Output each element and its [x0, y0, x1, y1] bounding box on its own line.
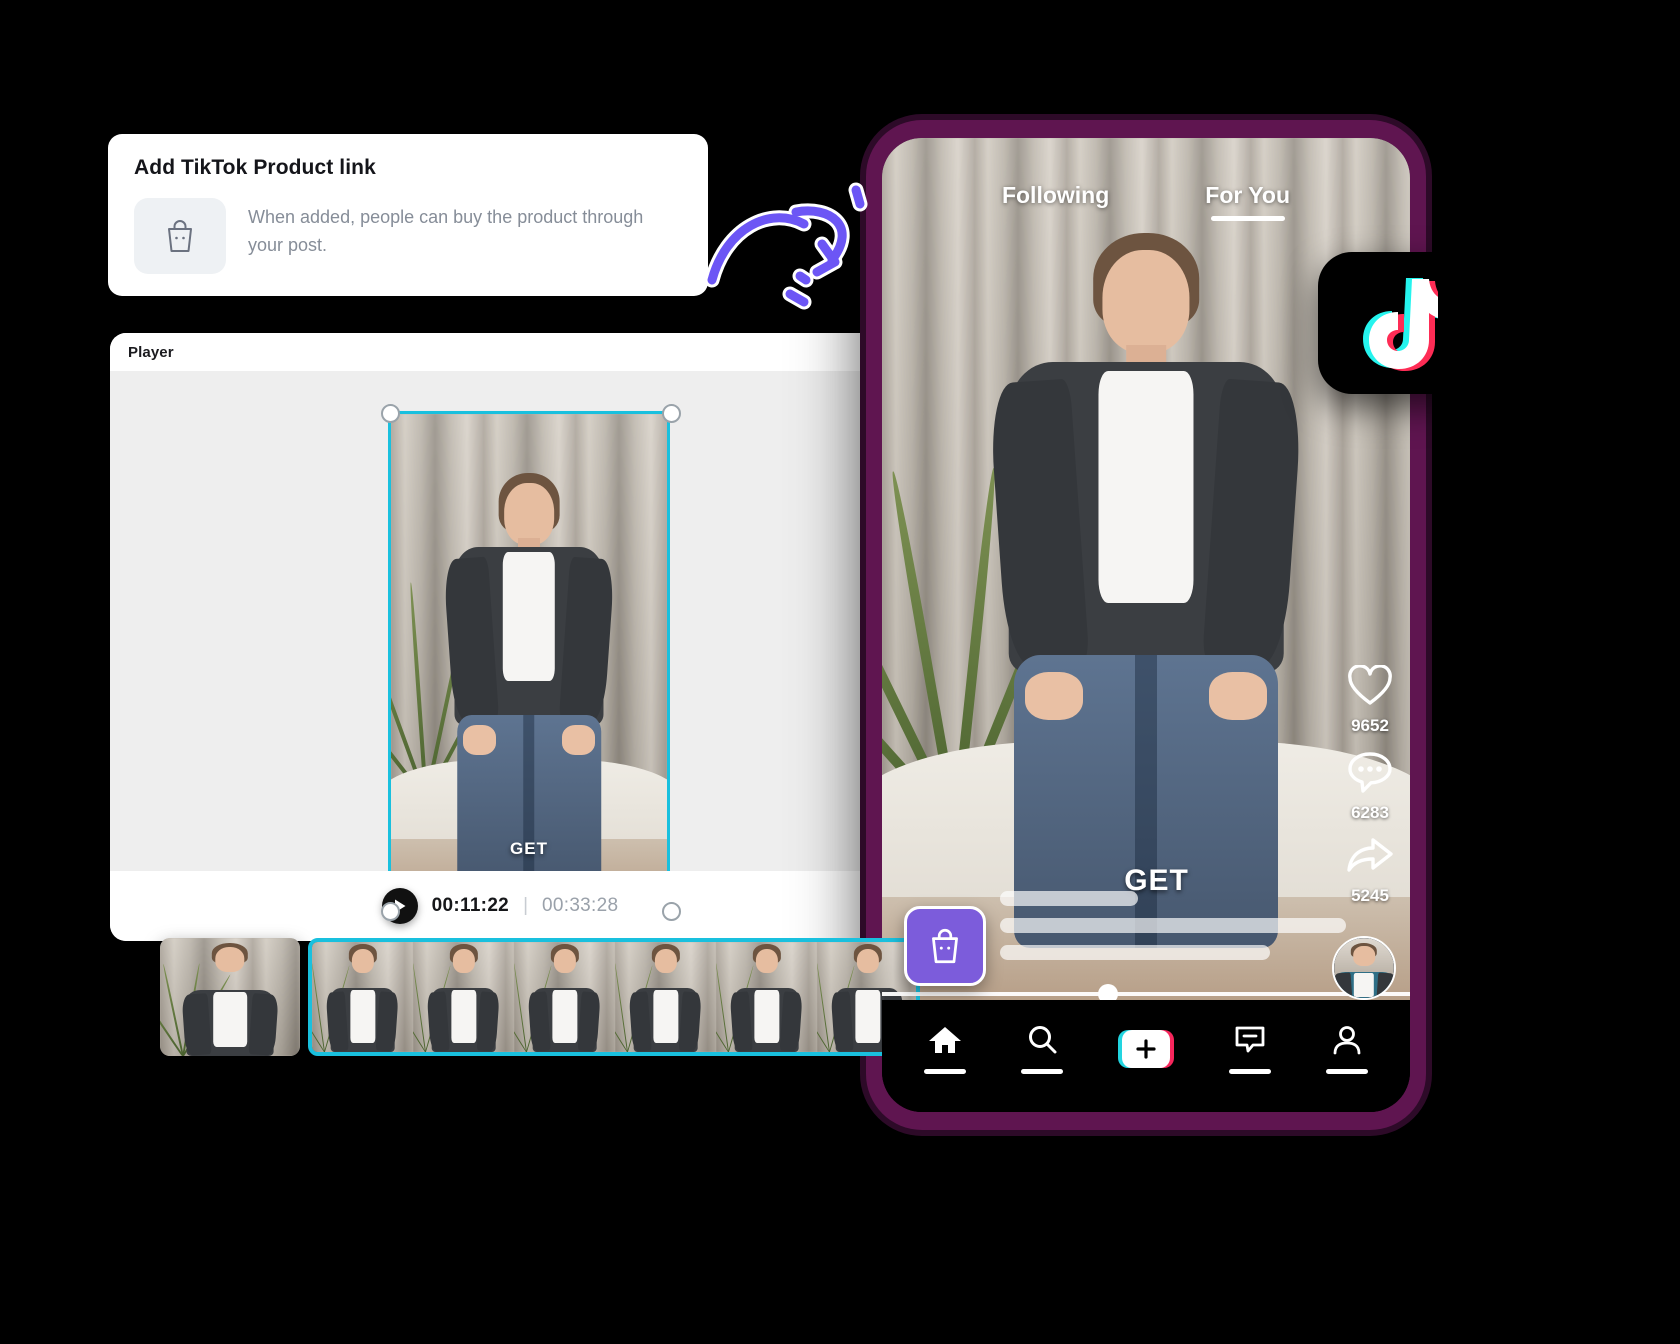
caption-line [1000, 918, 1346, 933]
nav-item-profile[interactable] [1326, 1025, 1369, 1074]
resize-handle-top-right[interactable] [662, 404, 681, 423]
tab-for-you[interactable]: For You [1205, 182, 1290, 221]
video-preview [391, 414, 667, 908]
editor-titlebar: Player [110, 333, 890, 371]
like-action[interactable]: 9652 [1347, 664, 1393, 736]
resize-handle-top-left[interactable] [381, 404, 400, 423]
nav-item-inbox[interactable] [1229, 1025, 1272, 1074]
search-icon[interactable] [1026, 1025, 1058, 1060]
caption-line [1000, 891, 1139, 906]
comment-action[interactable]: 6283 [1347, 750, 1393, 823]
share-count: 5245 [1351, 886, 1389, 905]
share-action[interactable]: 5245 [1346, 837, 1394, 906]
current-time: 00:11:22 [431, 895, 510, 916]
video-progress-bar[interactable] [882, 984, 1410, 1004]
caption-line [1000, 945, 1270, 960]
card-title: Add TikTok Product link [134, 156, 376, 179]
caption-placeholder [1000, 891, 1346, 960]
resize-handle-bottom-right[interactable] [662, 902, 681, 921]
nav-underline [1229, 1068, 1272, 1074]
inbox-icon[interactable] [1234, 1025, 1266, 1060]
plus-icon[interactable] [1117, 1030, 1174, 1068]
avatar[interactable] [1332, 936, 1396, 1000]
share-icon[interactable] [1346, 837, 1394, 882]
home-icon[interactable] [928, 1025, 962, 1060]
timeline-clip-unselected[interactable] [160, 938, 300, 1056]
nav-underline [1326, 1068, 1369, 1074]
heart-icon[interactable] [1347, 664, 1393, 712]
nav-item-search[interactable] [1020, 1025, 1063, 1074]
shopping-bag-icon [134, 198, 226, 274]
filmstrip-frame [716, 942, 817, 1052]
profile-icon[interactable] [1331, 1025, 1363, 1060]
nav-underline [1020, 1068, 1063, 1074]
resize-handle-bottom-left[interactable] [381, 902, 400, 921]
bottom-navigation [882, 1000, 1410, 1112]
shop-product-button[interactable] [904, 906, 986, 986]
video-selection-frame[interactable]: GET [388, 411, 670, 911]
filmstrip-frame [514, 942, 615, 1052]
tab-active-indicator [1210, 216, 1285, 221]
comment-icon[interactable] [1347, 750, 1393, 799]
time-separator: | [523, 895, 528, 916]
timeline-filmstrip[interactable] [160, 938, 920, 1056]
timeline-clip-selected[interactable] [308, 938, 920, 1056]
tab-following[interactable]: Following [1002, 182, 1109, 221]
filmstrip-frame [615, 942, 716, 1052]
like-count: 9652 [1351, 716, 1389, 735]
page-title: Player [128, 343, 174, 361]
nav-item-home[interactable] [923, 1025, 966, 1074]
player-controls: 00:11:22 | 00:33:28 [110, 871, 890, 941]
editor-window: Player GET 00:11:22 | 00:33:28 [110, 333, 890, 941]
tab-for-you-label: For You [1205, 182, 1291, 208]
filmstrip-frame [312, 942, 413, 1052]
add-product-link-card: Add TikTok Product link When added, peop… [108, 134, 708, 296]
card-description: When added, people can buy the product t… [248, 207, 644, 255]
curved-arrow-icon [700, 168, 890, 318]
tiktok-logo-icon [1318, 252, 1470, 394]
total-time: 00:33:28 [542, 895, 619, 916]
video-overlay-text: GET [510, 838, 548, 858]
action-rail: 9652 6283 5245 [1346, 664, 1394, 906]
tab-following-label: Following [1001, 182, 1110, 208]
filmstrip-frame [413, 942, 514, 1052]
comment-count: 6283 [1351, 803, 1389, 822]
editor-canvas: GET [110, 371, 890, 921]
nav-item-create[interactable] [1117, 1030, 1174, 1068]
nav-underline [923, 1068, 966, 1074]
feed-tabs[interactable]: Following For You [882, 182, 1410, 221]
